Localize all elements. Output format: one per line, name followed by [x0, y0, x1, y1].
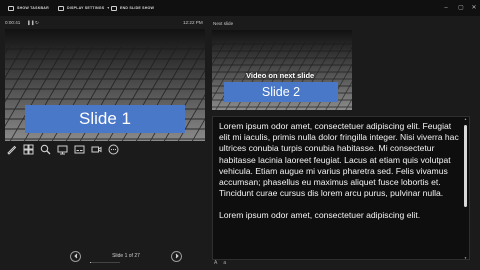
increase-font-icon[interactable]: A [214, 260, 217, 266]
scroll-thumb[interactable] [464, 125, 467, 207]
slide-title: Slide 1 [25, 105, 185, 133]
video-note: Video on next slide [246, 71, 315, 80]
taskbar-icon [8, 5, 14, 11]
slide-progress-fill [90, 262, 92, 264]
end-slide-show-button[interactable]: END SLIDE SHOW [111, 3, 154, 13]
show-taskbar-button[interactable]: SHOW TASKBAR [8, 3, 49, 13]
clock: 12:22 PM [183, 20, 203, 25]
more-icon[interactable] [107, 143, 119, 155]
pen-icon[interactable] [5, 143, 17, 155]
presenter-tools [5, 143, 119, 155]
monitor-icon [58, 5, 64, 11]
previous-slide-button[interactable] [70, 250, 81, 262]
pause-timer-icon[interactable]: ❚❚ [27, 20, 35, 26]
camera-icon[interactable] [90, 143, 102, 155]
speaker-notes-pane[interactable]: Lorem ipsum odor amet, consectetuer adip… [212, 116, 470, 260]
next-slide-label: Next slide [213, 21, 234, 26]
zoom-icon[interactable] [39, 143, 51, 155]
maximize-icon[interactable]: ▢ [457, 4, 465, 12]
notes-font-controls: A a [214, 260, 226, 266]
slide-progress-bar [90, 262, 120, 264]
scroll-down-icon[interactable]: ▼ [463, 257, 468, 260]
display-settings-button[interactable]: DISPLAY SETTINGS ▾ [58, 3, 109, 13]
speaker-notes-text: Lorem ipsum odor amet, consectetuer adip… [219, 121, 459, 222]
elapsed-timer: 0:00:41 [5, 20, 21, 25]
minimize-icon[interactable]: – [442, 4, 450, 12]
subtitles-icon[interactable] [73, 143, 85, 155]
current-slide-preview[interactable]: Slide 1 [5, 29, 205, 141]
end-slide-show-label: END SLIDE SHOW [120, 6, 155, 10]
chevron-left-icon [73, 253, 77, 259]
chevron-down-icon: ▾ [107, 6, 110, 10]
scroll-up-icon[interactable]: ▲ [463, 118, 468, 121]
next-slide-button[interactable] [171, 250, 182, 262]
show-taskbar-label: SHOW TASKBAR [17, 6, 49, 10]
chevron-right-icon [175, 253, 179, 259]
restart-timer-icon[interactable]: ↻ [35, 20, 39, 26]
notes-scrollbar[interactable]: ▲ ▼ [463, 118, 468, 260]
slide-counter[interactable]: Slide 1 of 27 [112, 253, 140, 259]
decrease-font-icon[interactable]: a [223, 260, 226, 266]
display-settings-label: DISPLAY SETTINGS [67, 6, 105, 10]
top-toolbar: SHOW TASKBAR DISPLAY SETTINGS ▾ END SLID… [0, 0, 480, 16]
notes-paragraph: Lorem ipsum odor amet, consectetuer adip… [219, 121, 459, 199]
next-slide-preview[interactable]: Video on next slide Slide 2 [212, 30, 352, 110]
end-show-icon [111, 5, 117, 11]
close-icon[interactable]: ✕ [470, 4, 478, 12]
slide-navigation: Slide 1 of 27 [70, 249, 182, 263]
grid-icon[interactable] [22, 143, 34, 155]
next-slide-title: Slide 2 [224, 82, 338, 102]
display-icon[interactable] [56, 143, 68, 155]
notes-paragraph: Lorem ipsum odor amet, consectetuer adip… [219, 210, 421, 221]
